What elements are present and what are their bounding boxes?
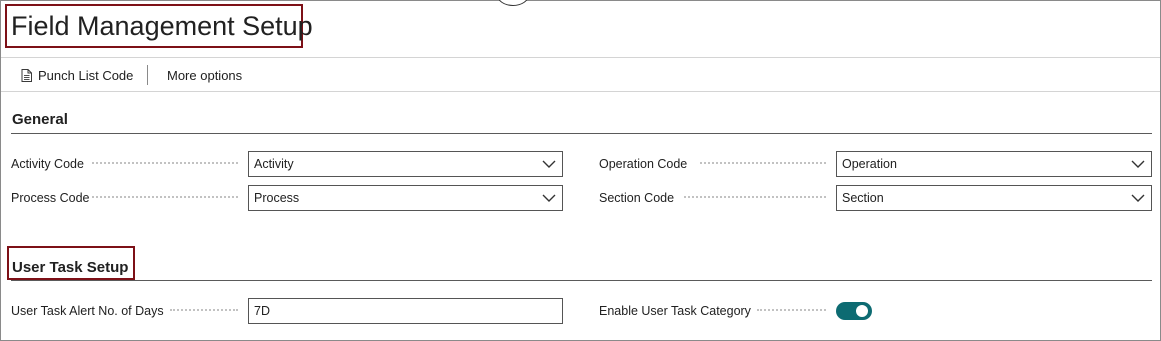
chevron-down-icon (542, 160, 556, 168)
operation-code-select[interactable]: Operation (836, 151, 1152, 177)
toggle-knob (856, 305, 868, 317)
process-code-value: Process (254, 191, 300, 205)
action-bar-divider (1, 91, 1160, 92)
alert-days-input[interactable] (248, 298, 563, 324)
activity-code-select[interactable]: Activity (248, 151, 563, 177)
enable-category-toggle[interactable] (836, 302, 872, 320)
general-section-title[interactable]: General (12, 111, 68, 128)
chevron-down-icon (1131, 160, 1145, 168)
activity-code-label: Activity Code (11, 157, 84, 171)
user-task-section-underline (11, 280, 1152, 281)
alert-days-leader (170, 309, 238, 311)
chevron-down-icon (542, 194, 556, 202)
action-divider (147, 65, 148, 85)
process-code-select[interactable]: Process (248, 185, 563, 211)
process-code-leader (92, 196, 238, 198)
section-code-select[interactable]: Section (836, 185, 1152, 211)
enable-category-label: Enable User Task Category (599, 304, 751, 318)
operation-code-leader (700, 162, 826, 164)
enable-category-leader (757, 309, 826, 311)
section-code-leader (684, 196, 826, 198)
general-section-underline (11, 133, 1152, 134)
document-icon (21, 68, 32, 82)
action-bar: Punch List Code More options (0, 60, 1161, 90)
more-options-label: More options (167, 67, 243, 83)
page-title: Field Management Setup (11, 11, 313, 41)
user-task-section-title[interactable]: User Task Setup (12, 259, 128, 276)
section-code-value: Section (842, 191, 884, 205)
chevron-down-icon (1131, 194, 1145, 202)
punch-list-code-action[interactable]: Punch List Code (21, 60, 133, 90)
alert-days-label: User Task Alert No. of Days (11, 304, 164, 318)
activity-code-leader (92, 162, 238, 164)
title-divider (1, 57, 1160, 58)
operation-code-value: Operation (842, 157, 897, 171)
activity-code-value: Activity (254, 157, 294, 171)
operation-code-label: Operation Code (599, 157, 688, 171)
section-code-label: Section Code (599, 191, 675, 205)
punch-list-code-label: Punch List Code (38, 67, 134, 83)
more-options-button[interactable]: More options (167, 60, 242, 90)
process-code-label: Process Code (11, 191, 90, 205)
